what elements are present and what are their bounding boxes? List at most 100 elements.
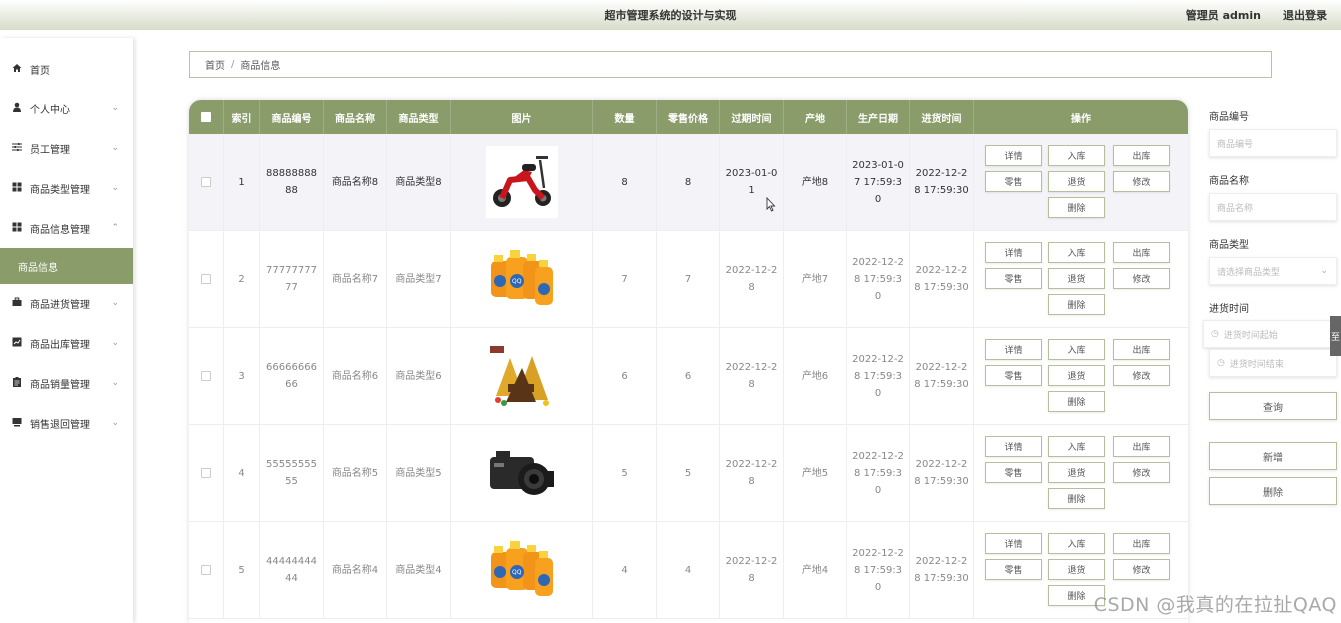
table-cell-name: 商品名称6 (324, 328, 387, 424)
row-checkbox[interactable] (201, 565, 211, 575)
row-action-button[interactable]: 删除 (1048, 488, 1105, 509)
row-action-button[interactable]: 删除 (1048, 294, 1105, 315)
sidebar-item-returns[interactable]: 销售退回管理 ⌄ (0, 405, 133, 441)
search-type-select[interactable]: 请选择商品类型 ⌄ (1209, 257, 1337, 285)
table-cell-code: 5555555555 (260, 425, 324, 521)
row-action-button[interactable]: 出库 (1113, 533, 1170, 554)
cell-text: 8 (621, 176, 628, 188)
row-action-button[interactable]: 零售 (985, 365, 1042, 386)
row-action-button[interactable]: 零售 (985, 171, 1042, 192)
search-time-end-input[interactable]: ◷ 进货时间结束 (1209, 349, 1337, 377)
search-time-start-input[interactable]: ◷ 进货时间起始 (1203, 320, 1337, 348)
product-image-cell (451, 425, 593, 521)
row-action-button[interactable]: 零售 (985, 559, 1042, 580)
row-action-button[interactable]: 入库 (1048, 436, 1105, 457)
table-cell-type: 商品类型8 (387, 134, 451, 230)
row-action-button[interactable]: 入库 (1048, 533, 1105, 554)
row-action-button[interactable]: 出库 (1113, 339, 1170, 360)
row-action-button[interactable]: 详情 (985, 436, 1042, 457)
row-action-button[interactable]: 零售 (985, 268, 1042, 289)
search-name-input[interactable]: 商品名称 (1209, 193, 1337, 221)
row-action-button[interactable]: 入库 (1048, 145, 1105, 166)
sidebar-item-purchase[interactable]: 商品进货管理 ⌄ (0, 285, 133, 321)
cell-text: 2022-12-28 17:59:30 (914, 362, 969, 390)
search-code-input[interactable]: 商品编号 (1209, 129, 1337, 157)
row-action-button[interactable]: 详情 (985, 242, 1042, 263)
table-row[interactable]: 3 6666666666 商品名称6 商品类型6 6 6 2022-12-28 产地6 2022… (189, 328, 1188, 425)
table-row[interactable]: 2 7777777777 商品名称7 商品类型7 QQ 7 7 2022-12-28 产地7 20… (189, 231, 1188, 328)
breadcrumb-home[interactable]: 首页 (205, 57, 225, 72)
sidebar-item-product-info-mgmt[interactable]: 商品信息管理 ⌃ (0, 210, 133, 246)
table-cell-origin: 产地7 (784, 231, 847, 327)
row-action-button[interactable]: 修改 (1113, 462, 1170, 483)
row-action-button[interactable]: 出库 (1113, 145, 1170, 166)
table-cell-produced: 2022-12-28 17:59:30 (847, 425, 910, 521)
table-cell-price: 6 (657, 328, 720, 424)
row-action-button[interactable]: 修改 (1113, 365, 1170, 386)
chart-icon (11, 337, 23, 350)
column-header: 图片 (451, 100, 593, 134)
sidebar-item-product-type[interactable]: 商品类型管理 ⌄ (0, 170, 133, 206)
table-cell-type: 商品类型6 (387, 328, 451, 424)
select-all-checkbox[interactable] (201, 112, 211, 122)
row-action-button[interactable]: 详情 (985, 339, 1042, 360)
row-action-button[interactable]: 修改 (1113, 268, 1170, 289)
mouse-cursor-icon (766, 196, 776, 215)
cell-text: 产地5 (801, 467, 829, 479)
product-table: 索引 商品编号 商品名称 商品类型 图片 数量 零售价格 过期时间 产地 生产日… (189, 100, 1188, 623)
grid-icon (11, 182, 23, 195)
product-image (485, 146, 558, 218)
row-action-button[interactable]: 修改 (1113, 559, 1170, 580)
table-cell-produced: 2022-12-28 17:59:30 (847, 231, 910, 327)
sidebar-item-outbound[interactable]: 商品出库管理 ⌄ (0, 325, 133, 361)
table-row[interactable]: 5 4444444444 商品名称4 商品类型4 QQ 4 4 2022-12-28 产地4 20… (189, 522, 1188, 619)
sidebar-item-label: 个人中心 (30, 104, 70, 116)
row-checkbox[interactable] (201, 468, 211, 478)
side-tab[interactable]: 至 (1330, 316, 1341, 356)
query-button[interactable]: 查询 (1209, 392, 1337, 420)
cell-text: 2022-12-28 (725, 556, 778, 584)
row-checkbox[interactable] (201, 177, 211, 187)
row-action-button[interactable]: 出库 (1113, 436, 1170, 457)
row-action-button[interactable]: 退货 (1048, 171, 1105, 192)
row-action-button[interactable]: 修改 (1113, 171, 1170, 192)
table-cell-qty: 4 (593, 522, 657, 618)
row-action-button[interactable]: 退货 (1048, 268, 1105, 289)
table-cell-expire: 2023-01-01 (720, 134, 784, 230)
row-action-button[interactable]: 详情 (985, 533, 1042, 554)
table-cell-origin: 产地5 (784, 425, 847, 521)
row-action-button[interactable]: 退货 (1048, 365, 1105, 386)
row-action-button[interactable]: 入库 (1048, 242, 1105, 263)
table-cell-price: 7 (657, 231, 720, 327)
sidebar-item-product-info[interactable]: 商品信息 (0, 248, 133, 284)
table-row[interactable]: 4 5555555555 商品名称5 商品类型5 5 5 2022-12-28 产地5 2022… (189, 425, 1188, 522)
row-action-button[interactable]: 零售 (985, 462, 1042, 483)
logout-button[interactable]: 退出登录 (1283, 7, 1327, 23)
row-action-button[interactable]: 出库 (1113, 242, 1170, 263)
cell-text: 5 (684, 467, 692, 479)
table-row[interactable]: 1 8888888888 商品名称8 商品类型8 8 8 2023-01-01 产地8 2023… (189, 134, 1188, 231)
chevron-down-icon: ⌄ (1320, 266, 1328, 276)
row-action-button[interactable]: 退货 (1048, 559, 1105, 580)
sidebar-item-personal-center[interactable]: 个人中心 ⌄ (0, 90, 133, 126)
cell-text: 7777777777 (266, 265, 317, 293)
table-cell-stocked: 2022-12-28 17:59:30 (910, 328, 974, 424)
sidebar-item-home[interactable]: 首页 (0, 51, 133, 87)
cell-text: 2022-12-28 17:59:30 (914, 459, 969, 487)
sidebar-item-staff[interactable]: 员工管理 ⌄ (0, 130, 133, 166)
row-checkbox[interactable] (201, 371, 211, 381)
row-select-cell (189, 134, 224, 230)
row-action-button[interactable]: 删除 (1048, 391, 1105, 412)
row-action-button[interactable]: 删除 (1048, 197, 1105, 218)
cell-text: 2022-12-28 17:59:30 (852, 547, 904, 593)
add-button[interactable]: 新增 (1209, 442, 1337, 470)
chevron-down-icon: ⌄ (111, 378, 119, 388)
table-cell-code: 8888888888 (260, 134, 324, 230)
row-action-button[interactable]: 退货 (1048, 462, 1105, 483)
delete-button[interactable]: 删除 (1209, 477, 1337, 505)
row-checkbox[interactable] (201, 274, 211, 284)
row-action-button[interactable]: 详情 (985, 145, 1042, 166)
sidebar-item-sales[interactable]: 商品销量管理 ⌄ (0, 365, 133, 401)
product-image-cell (451, 328, 593, 424)
row-action-button[interactable]: 入库 (1048, 339, 1105, 360)
